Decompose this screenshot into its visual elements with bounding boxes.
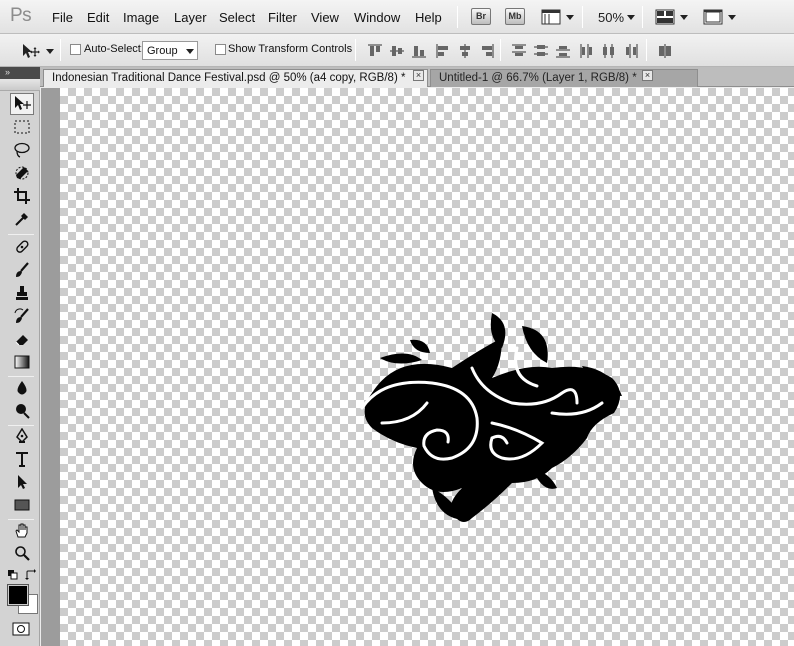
distribute-left-icon[interactable] bbox=[580, 44, 594, 58]
lasso-tool-icon[interactable] bbox=[10, 139, 34, 161]
rectangle-tool-icon[interactable] bbox=[10, 494, 34, 516]
close-icon[interactable]: × bbox=[413, 70, 424, 81]
align-bottom-edges-icon[interactable] bbox=[412, 44, 426, 58]
bridge-button[interactable]: Br bbox=[471, 8, 491, 25]
options-bar: Auto-Select: Group Show Transform Contro… bbox=[0, 34, 794, 67]
swap-colors-icon[interactable] bbox=[25, 569, 36, 580]
dodge-tool-icon[interactable] bbox=[10, 400, 34, 422]
pen-tool-icon[interactable] bbox=[10, 425, 34, 447]
hand-tool-icon[interactable] bbox=[10, 519, 34, 541]
menu-image[interactable]: Image bbox=[123, 10, 159, 25]
marquee-tool-icon[interactable] bbox=[10, 116, 34, 138]
close-icon[interactable]: × bbox=[642, 70, 653, 81]
menu-layer[interactable]: Layer bbox=[174, 10, 207, 25]
menu-view[interactable]: View bbox=[311, 10, 339, 25]
align-left-edges-icon[interactable] bbox=[436, 44, 450, 58]
distribute-vertical-centers-icon[interactable] bbox=[534, 44, 548, 58]
distribute-top-icon[interactable] bbox=[512, 44, 526, 58]
auto-select-checkbox[interactable] bbox=[70, 44, 81, 55]
auto-select-dropdown[interactable]: Group bbox=[142, 41, 198, 60]
blur-tool-icon[interactable] bbox=[10, 377, 34, 399]
zoom-level[interactable]: 50% bbox=[598, 10, 624, 25]
eyedropper-tool-icon[interactable] bbox=[10, 208, 34, 230]
spot-healing-tool-icon[interactable] bbox=[10, 236, 34, 258]
distribute-bottom-icon[interactable] bbox=[556, 44, 570, 58]
tools-panel-grip[interactable] bbox=[0, 79, 40, 91]
auto-select-label: Auto-Select: bbox=[84, 43, 144, 55]
menu-select[interactable]: Select bbox=[219, 10, 255, 25]
align-vertical-centers-icon[interactable] bbox=[390, 44, 404, 58]
move-tool-icon[interactable] bbox=[10, 93, 34, 115]
path-selection-tool-icon[interactable] bbox=[10, 471, 34, 493]
tab-title: Indonesian Traditional Dance Festival.ps… bbox=[52, 72, 406, 84]
auto-select-value: Group bbox=[147, 45, 178, 57]
separator bbox=[60, 39, 61, 61]
separator bbox=[457, 6, 458, 28]
quick-mask-icon[interactable] bbox=[12, 622, 30, 636]
menu-file[interactable]: File bbox=[52, 10, 73, 25]
chevron-down-icon[interactable] bbox=[627, 15, 635, 20]
view-extras-icon[interactable] bbox=[541, 9, 561, 25]
separator bbox=[646, 39, 647, 61]
chevron-down-icon[interactable] bbox=[566, 15, 574, 20]
menu-filter[interactable]: Filter bbox=[268, 10, 297, 25]
tab-document-2[interactable]: Untitled-1 @ 66.7% (Layer 1, RGB/8) * bbox=[430, 69, 698, 87]
eraser-tool-icon[interactable] bbox=[10, 328, 34, 350]
separator bbox=[355, 39, 356, 61]
type-tool-icon[interactable] bbox=[10, 448, 34, 470]
separator bbox=[500, 39, 501, 61]
quick-selection-tool-icon[interactable] bbox=[10, 162, 34, 184]
align-top-edges-icon[interactable] bbox=[368, 44, 382, 58]
chevron-down-icon[interactable] bbox=[46, 49, 54, 54]
photoshop-logo: Ps bbox=[10, 5, 32, 26]
align-right-edges-icon[interactable] bbox=[480, 44, 494, 58]
menu-help[interactable]: Help bbox=[415, 10, 442, 25]
document-tab-bar: Indonesian Traditional Dance Festival.ps… bbox=[40, 67, 794, 87]
align-horizontal-centers-icon[interactable] bbox=[458, 44, 472, 58]
zoom-tool-icon[interactable] bbox=[10, 542, 34, 564]
separator bbox=[582, 6, 583, 28]
auto-align-layers-icon[interactable] bbox=[658, 44, 672, 58]
foreground-color-swatch[interactable] bbox=[7, 584, 29, 606]
chevron-down-icon[interactable] bbox=[680, 15, 688, 20]
show-transform-checkbox[interactable] bbox=[215, 44, 226, 55]
tab-document-1[interactable]: Indonesian Traditional Dance Festival.ps… bbox=[43, 69, 428, 87]
arrange-documents-icon[interactable] bbox=[655, 9, 675, 25]
history-brush-tool-icon[interactable] bbox=[10, 305, 34, 327]
chevron-down-icon bbox=[186, 49, 194, 54]
crop-tool-icon[interactable] bbox=[10, 185, 34, 207]
menu-window[interactable]: Window bbox=[354, 10, 400, 25]
screen-mode-icon[interactable] bbox=[703, 9, 723, 25]
show-transform-label: Show Transform Controls bbox=[228, 43, 353, 55]
double-chevron-right-icon[interactable]: » bbox=[0, 67, 40, 79]
tools-panel bbox=[0, 79, 40, 646]
separator bbox=[8, 234, 34, 235]
tab-title: Untitled-1 @ 66.7% (Layer 1, RGB/8) * bbox=[439, 72, 637, 84]
gradient-tool-icon[interactable] bbox=[10, 351, 34, 373]
clone-stamp-tool-icon[interactable] bbox=[10, 282, 34, 304]
move-tool-preset-icon[interactable] bbox=[20, 42, 42, 60]
distribute-horizontal-centers-icon[interactable] bbox=[602, 44, 616, 58]
separator bbox=[642, 6, 643, 28]
default-colors-icon[interactable] bbox=[8, 569, 18, 580]
mini-bridge-button[interactable]: Mb bbox=[505, 8, 525, 25]
menu-edit[interactable]: Edit bbox=[87, 10, 109, 25]
brush-tool-icon[interactable] bbox=[10, 259, 34, 281]
distribute-right-icon[interactable] bbox=[624, 44, 638, 58]
menu-bar: Ps File Edit Image Layer Select Filter V… bbox=[0, 0, 794, 34]
chevron-down-icon[interactable] bbox=[728, 15, 736, 20]
floral-ornament-artwork bbox=[352, 308, 652, 538]
